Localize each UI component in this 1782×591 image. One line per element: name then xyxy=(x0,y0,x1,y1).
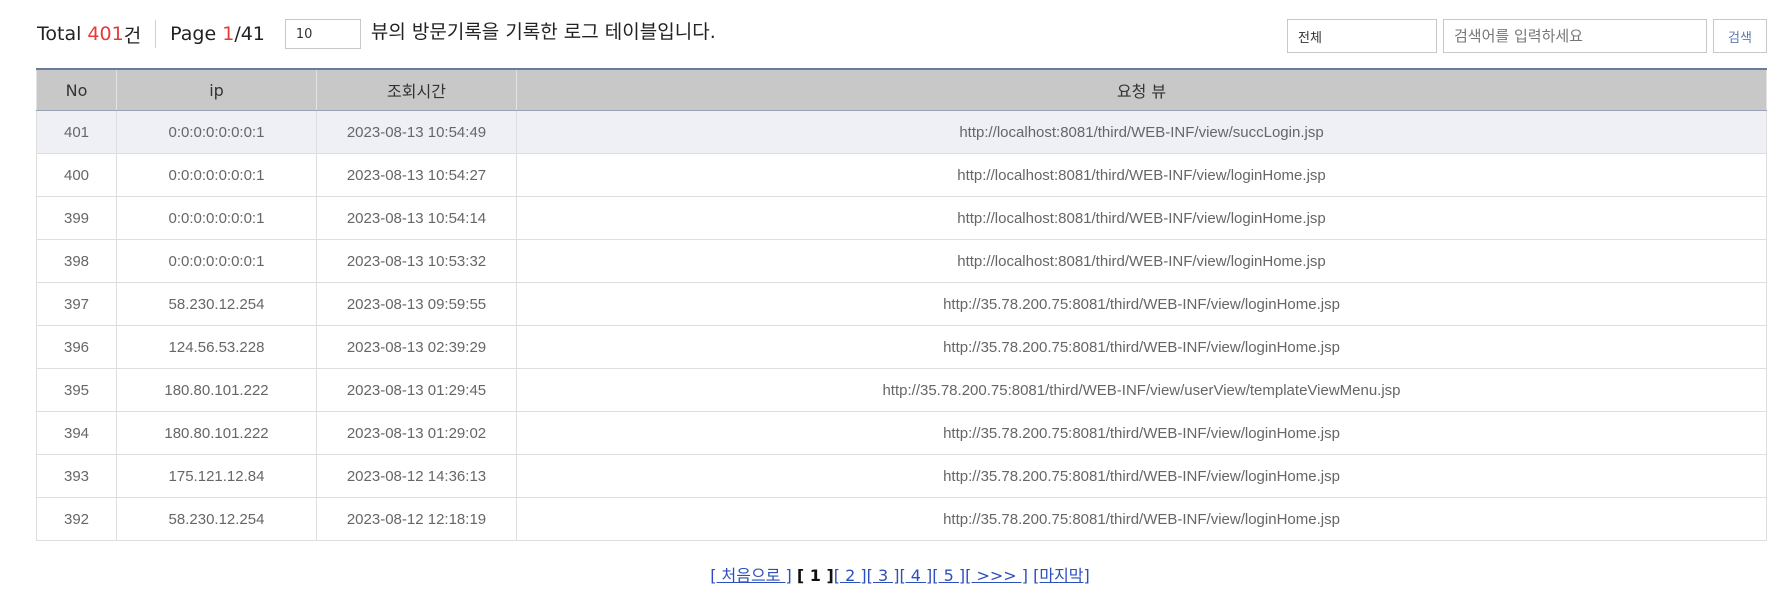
cell-ip: 58.230.12.254 xyxy=(116,497,317,541)
cell-no: 393 xyxy=(36,454,117,498)
column-header-time: 조회시간 xyxy=(316,68,517,111)
cell-view: http://35.78.200.75:8081/third/WEB-INF/v… xyxy=(516,282,1767,326)
page-total: /41 xyxy=(234,23,265,45)
cell-view: http://localhost:8081/third/WEB-INF/view… xyxy=(516,110,1767,154)
cell-view: http://35.78.200.75:8081/third/WEB-INF/v… xyxy=(516,325,1767,369)
column-header-no: No xyxy=(36,68,117,111)
cell-no: 401 xyxy=(36,110,117,154)
table-row[interactable]: 401 0:0:0:0:0:0:0:1 2023-08-13 10:54:49 … xyxy=(36,110,1767,154)
search-category-select[interactable] xyxy=(1287,19,1437,53)
page-last-link[interactable]: [마지막] xyxy=(1033,566,1090,585)
page-current: 1 xyxy=(222,23,235,45)
cell-ip: 0:0:0:0:0:0:0:1 xyxy=(116,239,317,283)
cell-time: 2023-08-12 12:18:19 xyxy=(316,497,517,541)
table-row[interactable]: 394 180.80.101.222 2023-08-13 01:29:02 h… xyxy=(36,411,1767,455)
cell-no: 400 xyxy=(36,153,117,197)
cell-no: 397 xyxy=(36,282,117,326)
page-label: Page xyxy=(170,23,217,45)
page-next-link[interactable]: [ >>> ] xyxy=(965,566,1028,585)
total-number: 401 xyxy=(87,23,124,45)
top-bar: Total 401건 Page 1/41 뷰의 방문기록을 기록한 로그 테이블… xyxy=(37,16,716,52)
table-row[interactable]: 395 180.80.101.222 2023-08-13 01:29:45 h… xyxy=(36,368,1767,412)
table-row[interactable]: 398 0:0:0:0:0:0:0:1 2023-08-13 10:53:32 … xyxy=(36,239,1767,283)
visit-log-table: No ip 조회시간 요청 뷰 401 0:0:0:0:0:0:0:1 2023… xyxy=(36,68,1767,541)
cell-time: 2023-08-13 10:54:49 xyxy=(316,110,517,154)
cell-time: 2023-08-13 02:39:29 xyxy=(316,325,517,369)
log-page: Total 401건 Page 1/41 뷰의 방문기록을 기록한 로그 테이블… xyxy=(0,0,1782,591)
search-button[interactable]: 검색 xyxy=(1713,19,1767,53)
cell-time: 2023-08-13 10:54:14 xyxy=(316,196,517,240)
page-link-5[interactable]: [ 5 ] xyxy=(932,566,965,585)
cell-no: 395 xyxy=(36,368,117,412)
table-description: 뷰의 방문기록을 기록한 로그 테이블입니다. xyxy=(370,20,716,43)
cell-time: 2023-08-13 01:29:45 xyxy=(316,368,517,412)
cell-view: http://35.78.200.75:8081/third/WEB-INF/v… xyxy=(516,497,1767,541)
cell-ip: 0:0:0:0:0:0:0:1 xyxy=(116,110,317,154)
column-header-view: 요청 뷰 xyxy=(516,68,1767,111)
cell-time: 2023-08-13 01:29:02 xyxy=(316,411,517,455)
table-row[interactable]: 396 124.56.53.228 2023-08-13 02:39:29 ht… xyxy=(36,325,1767,369)
page-link-2[interactable]: [ 2 ] xyxy=(834,566,867,585)
search-bar: 검색 xyxy=(1287,19,1767,53)
pagination: [ 처음으로 ] [ 1 ][ 2 ][ 3 ][ 4 ][ 5 ][ >>> … xyxy=(0,562,1782,586)
cell-time: 2023-08-13 09:59:55 xyxy=(316,282,517,326)
cell-no: 396 xyxy=(36,325,117,369)
table-header-row: No ip 조회시간 요청 뷰 xyxy=(36,68,1767,111)
page-indicator: Page 1/41 xyxy=(156,23,265,45)
cell-ip: 175.121.12.84 xyxy=(116,454,317,498)
cell-view: http://localhost:8081/third/WEB-INF/view… xyxy=(516,239,1767,283)
cell-time: 2023-08-13 10:54:27 xyxy=(316,153,517,197)
cell-ip: 180.80.101.222 xyxy=(116,368,317,412)
cell-time: 2023-08-13 10:53:32 xyxy=(316,239,517,283)
cell-ip: 0:0:0:0:0:0:0:1 xyxy=(116,153,317,197)
cell-view: http://35.78.200.75:8081/third/WEB-INF/v… xyxy=(516,368,1767,412)
cell-time: 2023-08-12 14:36:13 xyxy=(316,454,517,498)
total-count: Total 401 건 xyxy=(37,20,157,48)
cell-no: 394 xyxy=(36,411,117,455)
cell-view: http://35.78.200.75:8081/third/WEB-INF/v… xyxy=(516,411,1767,455)
cell-no: 398 xyxy=(36,239,117,283)
cell-no: 392 xyxy=(36,497,117,541)
cell-view: http://localhost:8081/third/WEB-INF/view… xyxy=(516,153,1767,197)
cell-ip: 124.56.53.228 xyxy=(116,325,317,369)
page-link-3[interactable]: [ 3 ] xyxy=(867,566,900,585)
table-row[interactable]: 392 58.230.12.254 2023-08-12 12:18:19 ht… xyxy=(36,497,1767,541)
cell-ip: 0:0:0:0:0:0:0:1 xyxy=(116,196,317,240)
cell-view: http://35.78.200.75:8081/third/WEB-INF/v… xyxy=(516,454,1767,498)
total-unit: 건 xyxy=(123,24,142,47)
page-link-4[interactable]: [ 4 ] xyxy=(899,566,932,585)
search-input[interactable] xyxy=(1443,19,1707,53)
cell-no: 399 xyxy=(36,196,117,240)
table-row[interactable]: 393 175.121.12.84 2023-08-12 14:36:13 ht… xyxy=(36,454,1767,498)
page-current-indicator: [ 1 ] xyxy=(796,566,834,585)
table-row[interactable]: 397 58.230.12.254 2023-08-13 09:59:55 ht… xyxy=(36,282,1767,326)
cell-ip: 180.80.101.222 xyxy=(116,411,317,455)
column-header-ip: ip xyxy=(116,68,317,111)
table-row[interactable]: 399 0:0:0:0:0:0:0:1 2023-08-13 10:54:14 … xyxy=(36,196,1767,240)
total-label: Total xyxy=(37,23,82,45)
cell-ip: 58.230.12.254 xyxy=(116,282,317,326)
page-size-input[interactable] xyxy=(284,19,361,49)
table-row[interactable]: 400 0:0:0:0:0:0:0:1 2023-08-13 10:54:27 … xyxy=(36,153,1767,197)
page-first-link[interactable]: [ 처음으로 ] xyxy=(710,566,792,585)
cell-view: http://localhost:8081/third/WEB-INF/view… xyxy=(516,196,1767,240)
